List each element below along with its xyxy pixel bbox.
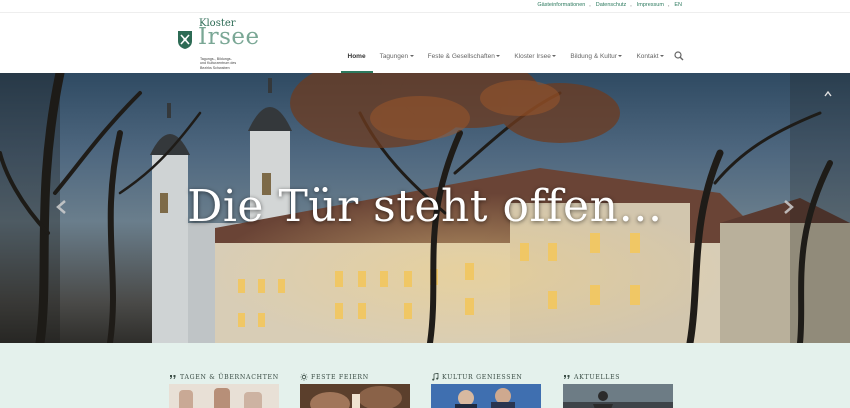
teaser-card-title: Kultur geniessen [431, 373, 541, 381]
teaser-card-title: Feste feiern [300, 373, 410, 381]
logo-tagline-line: Bezirks Schwaben [200, 65, 230, 70]
chevron-up-icon[interactable] [824, 91, 832, 97]
nav-item-home[interactable]: Home [340, 52, 373, 73]
link-datenschutz[interactable]: Datenschutz [596, 2, 627, 9]
teaser-card-title-text: Tagen & Übernachten [180, 373, 279, 381]
chevron-left-icon[interactable] [55, 200, 67, 214]
hero-headline: Die Tür steht offen… [187, 181, 663, 232]
quote-icon [564, 375, 570, 379]
nav-item-label: Bildung & Kultur [570, 52, 617, 60]
caret-down-icon [552, 54, 557, 57]
nav-item-label: Kontakt [636, 52, 659, 60]
caret-down-icon [618, 54, 623, 57]
teaser-card-tagen[interactable]: Tagen & Übernachten [169, 373, 279, 408]
coat-of-arms-icon [178, 31, 192, 49]
nav-item-label: Tagungen [379, 52, 409, 60]
link-gaesteinformationen[interactable]: Gästeinformationen [537, 2, 585, 9]
separator-dot: ▪ [630, 3, 632, 8]
caret-down-icon [496, 54, 501, 57]
teaser-card-feste[interactable]: Feste feiern [300, 373, 410, 408]
chevron-right-icon[interactable] [783, 200, 795, 214]
nav-item-bildung-kultur[interactable]: Bildung & Kultur [563, 53, 629, 60]
teaser-section: Tagen & Übernachten Feste feiern Kultur … [0, 343, 850, 408]
teaser-image-feste [300, 384, 410, 408]
teaser-image-kultur [431, 384, 541, 408]
caret-down-icon [660, 54, 664, 57]
hero-slider: Die Tür steht offen… [0, 73, 850, 343]
nav-item-label: Kloster Irsee [514, 52, 551, 60]
caret-down-icon [409, 54, 414, 57]
teaser-card-title-text: Kultur geniessen [442, 373, 523, 381]
quote-icon [170, 375, 176, 379]
logo-irsee-text: Irsee [198, 24, 260, 50]
nav-item-label: Home [347, 52, 366, 60]
separator-dot: ▪ [667, 3, 670, 8]
teaser-card-title-text: Aktuelles [574, 373, 621, 381]
nav-item-kloster-irsee[interactable]: Kloster Irsee [507, 53, 563, 60]
teaser-card-title: Aktuelles [563, 373, 673, 381]
teaser-card-title: Tagen & Übernachten [169, 373, 279, 381]
nav-item-feste-gesellschaften[interactable]: Feste & Gesellschaften [421, 53, 508, 60]
site-header: Kloster Irsee Tagungs-, Bildungs- und Ku… [0, 13, 850, 73]
top-utility-bar: Gästeinformationen ▪ Datenschutz ▪ Impre… [0, 0, 850, 13]
music-note-icon [432, 373, 439, 381]
separator-dot: ▪ [589, 3, 591, 8]
main-navigation: Home Tagungen Feste & Gesellschaften Klo… [340, 51, 685, 73]
teaser-image-aktuelles [563, 384, 673, 408]
site-logo[interactable]: Kloster Irsee Tagungs-, Bildungs- und Ku… [178, 16, 268, 72]
link-impressum[interactable]: Impressum [637, 2, 664, 9]
teaser-image-tagen [169, 384, 279, 408]
link-language-en[interactable]: EN [674, 2, 682, 9]
teaser-card-aktuelles[interactable]: Aktuelles [563, 373, 673, 408]
nav-item-label: Feste & Gesellschaften [427, 52, 495, 60]
teaser-card-title-text: Feste feiern [311, 373, 369, 381]
sun-icon [300, 373, 308, 381]
logo-tagline: Tagungs-, Bildungs- und Kulturzentrum de… [200, 57, 260, 70]
search-icon[interactable] [674, 51, 684, 61]
teaser-card-kultur[interactable]: Kultur geniessen [431, 373, 541, 408]
nav-item-kontakt[interactable]: Kontakt [629, 53, 671, 60]
nav-item-tagungen[interactable]: Tagungen [373, 53, 421, 60]
utility-links: Gästeinformationen ▪ Datenschutz ▪ Impre… [537, 2, 682, 9]
